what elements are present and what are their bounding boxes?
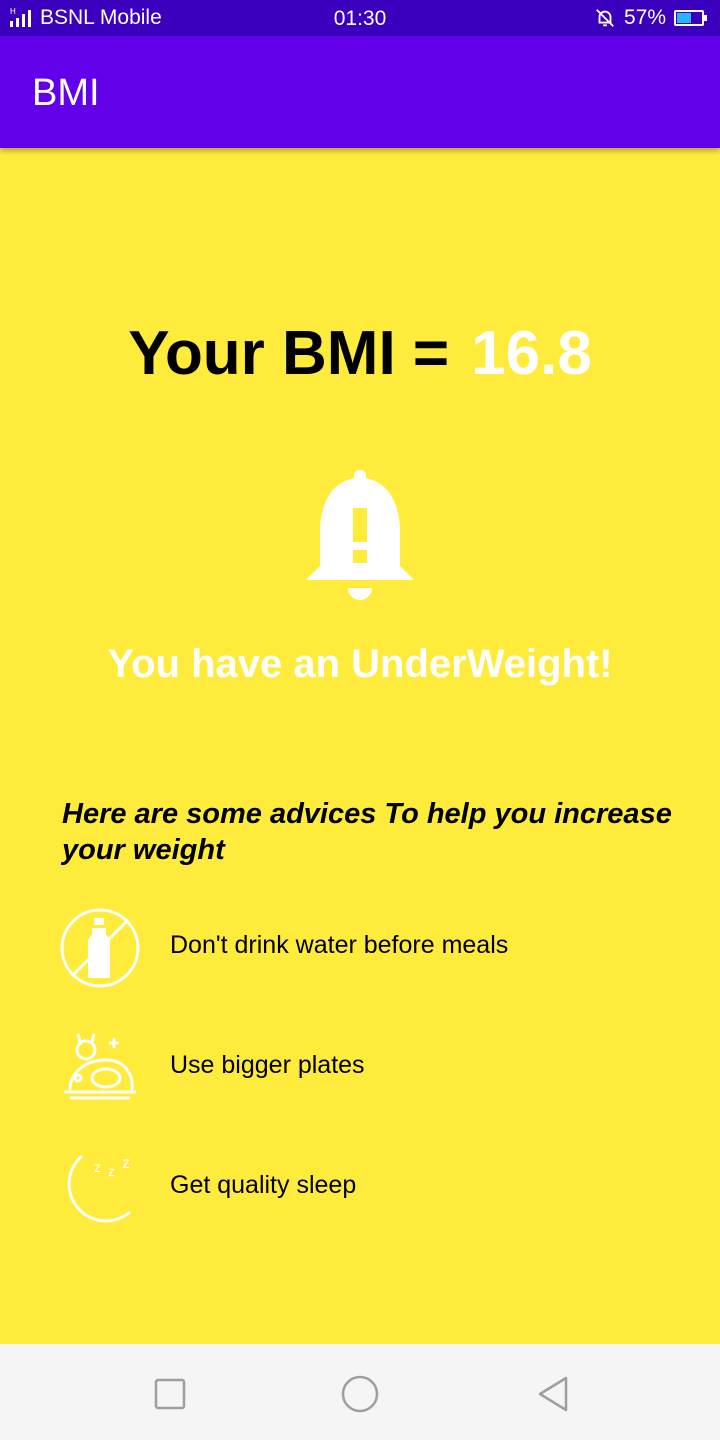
moon-sleep-icon: z z z <box>67 1154 131 1223</box>
back-triangle-icon[interactable] <box>534 1374 574 1414</box>
app-bar: BMI <box>0 36 720 148</box>
advice-item: z z z Get quality sleep <box>58 1146 698 1230</box>
bmi-label: Your BMI = <box>128 319 450 388</box>
home-circle-icon[interactable] <box>340 1374 380 1414</box>
app-title: BMI <box>32 72 100 114</box>
battery-level <box>677 13 691 23</box>
svg-text:z: z <box>108 1163 115 1179</box>
bmi-result: Your BMI = 16.8 <box>0 318 720 389</box>
advice-text: Don't drink water before meals <box>170 931 509 959</box>
advice-item: Use bigger plates <box>58 1026 698 1110</box>
system-nav-bar <box>0 1344 720 1440</box>
weight-status-message: You have an UnderWeight! <box>107 642 613 686</box>
recents-square-icon[interactable] <box>150 1374 190 1414</box>
bell-alert-icon <box>306 470 414 600</box>
advice-item: Don't drink water before meals <box>58 906 698 990</box>
status-right: 57% <box>594 6 707 30</box>
svg-text:z: z <box>122 1155 130 1172</box>
plate-food-icon <box>64 1033 136 1100</box>
advice-text: Get quality sleep <box>170 1171 357 1199</box>
no-water-bottle-icon <box>60 908 140 988</box>
alarm-off-icon <box>596 9 614 27</box>
svg-text:z: z <box>94 1159 101 1175</box>
battery-icon <box>674 10 707 26</box>
advice-heading: Here are some advices To help you increa… <box>62 798 672 866</box>
advice-text: Use bigger plates <box>170 1051 365 1079</box>
battery-percent: 57% <box>623 6 666 29</box>
bmi-value: 16.8 <box>471 319 592 388</box>
status-bar: H BSNL Mobile 01:30 57% <box>0 0 720 36</box>
